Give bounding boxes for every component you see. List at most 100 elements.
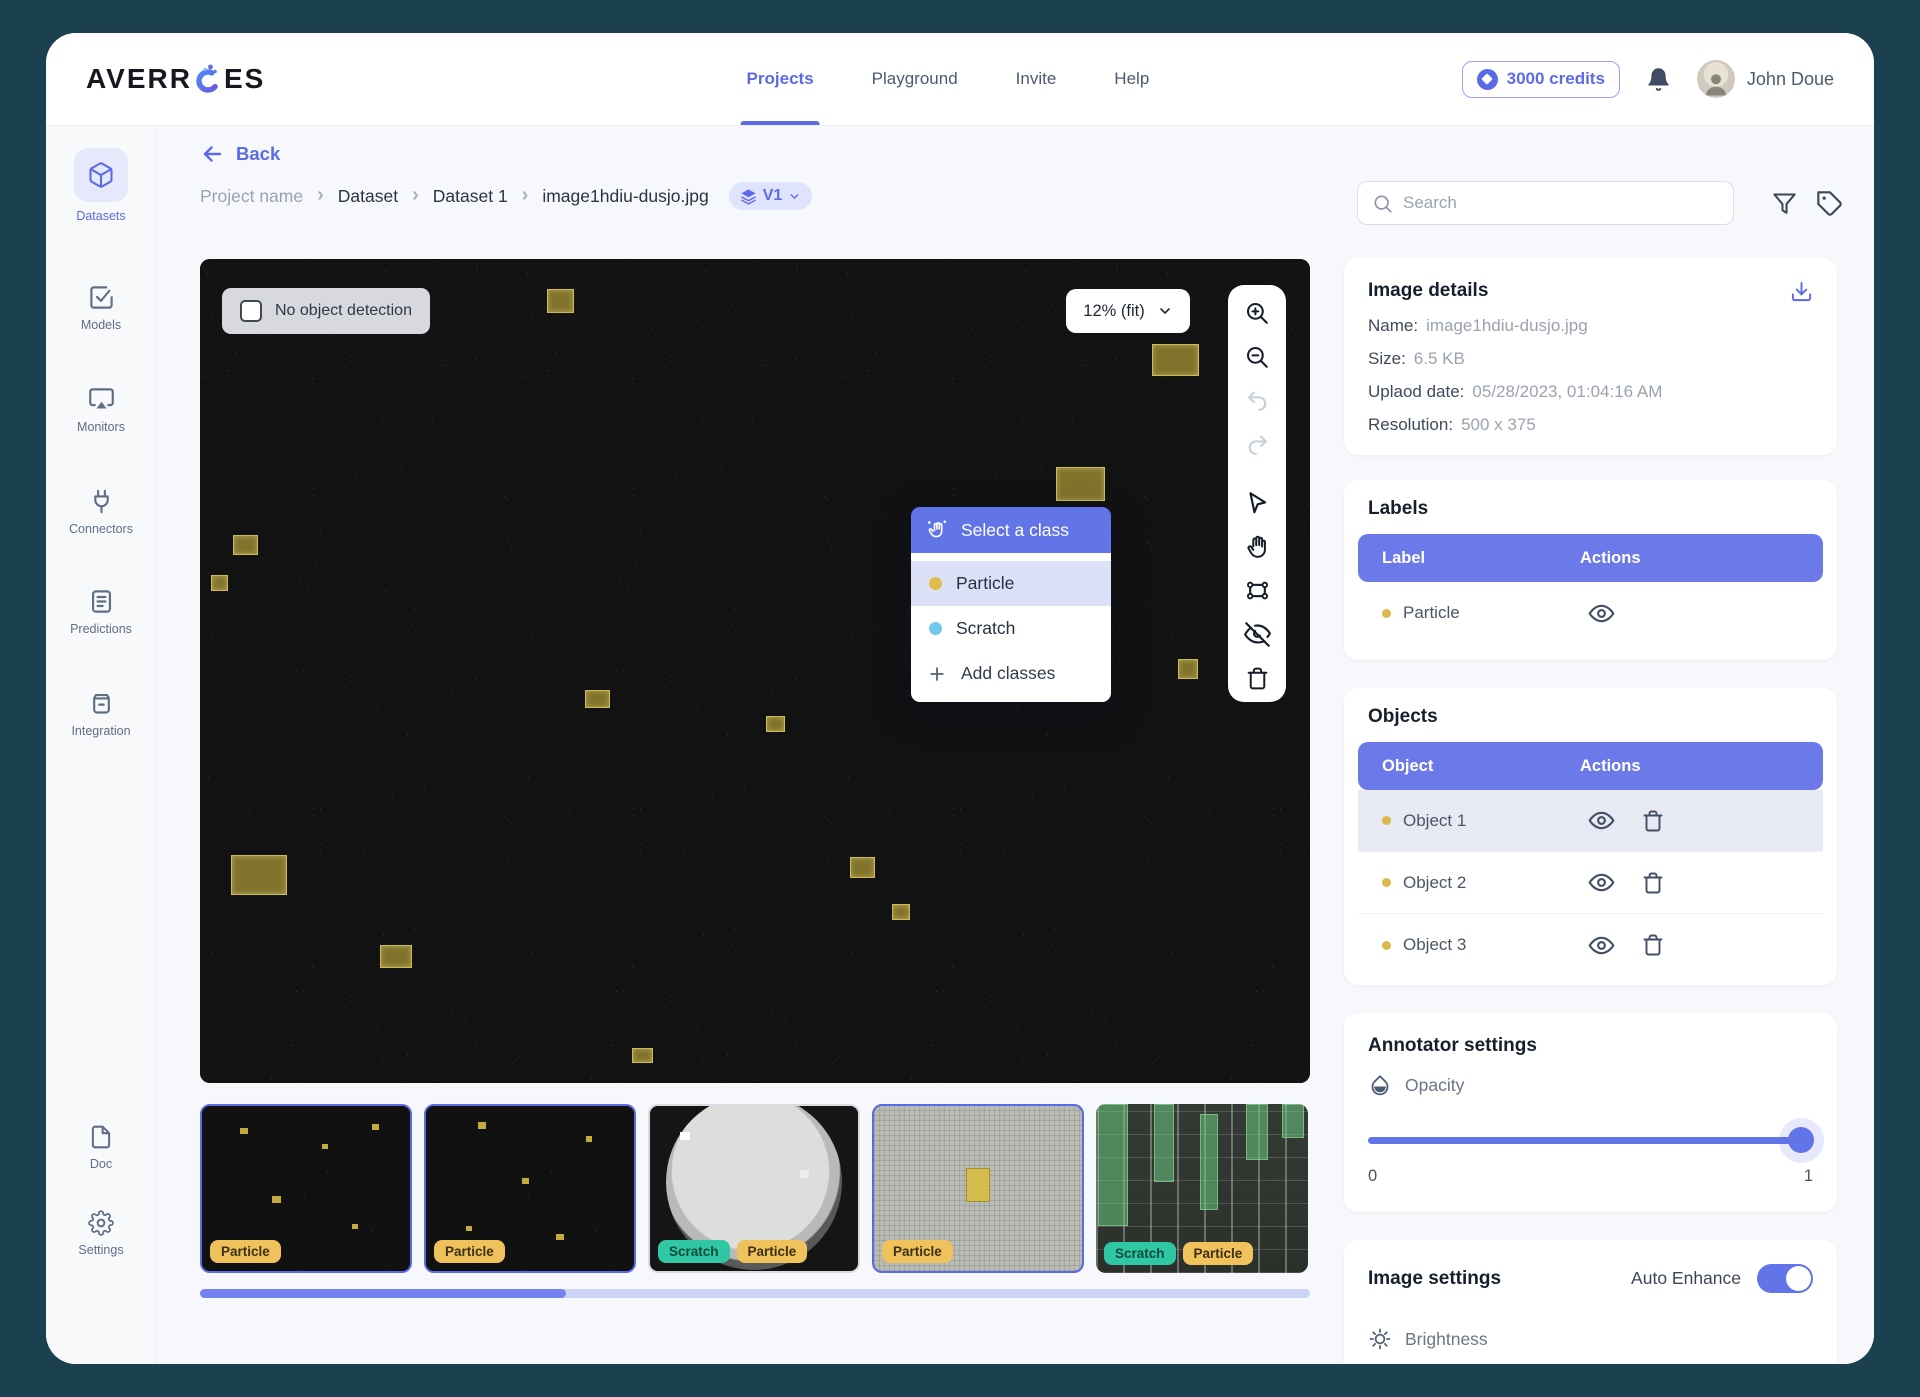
app-window: AVERR ES Projects Playground Invite Help … <box>46 33 1874 1364</box>
tags-icon[interactable] <box>1816 190 1844 218</box>
sun-icon <box>1368 1327 1392 1351</box>
object-row-2[interactable]: Object 2 <box>1358 852 1823 914</box>
breadcrumb-dataset1[interactable]: Dataset 1 <box>433 186 508 207</box>
opacity-slider[interactable] <box>1368 1118 1824 1163</box>
thumbnail-3[interactable]: Scratch Particle <box>648 1104 860 1273</box>
sidebar-item-datasets[interactable]: Datasets <box>46 148 156 223</box>
annotate-hand-icon <box>925 518 949 542</box>
object-row-3[interactable]: Object 3 <box>1358 914 1823 976</box>
thumbnail-strip: Particle Particle Scratch Particle Parti… <box>200 1104 1308 1273</box>
annotation-box[interactable] <box>547 288 575 314</box>
add-classes-button[interactable]: Add classes <box>911 651 1111 696</box>
annotation-box[interactable] <box>585 689 610 709</box>
annotation-box[interactable] <box>1177 659 1198 680</box>
opacity-slider-track[interactable] <box>1368 1137 1813 1144</box>
sidebar-item-monitors[interactable]: Monitors <box>46 386 156 434</box>
zoom-out-tool[interactable] <box>1244 343 1271 370</box>
left-sidebar: Datasets Models Monitors Connectors Pred… <box>46 126 156 1364</box>
back-link[interactable]: Back <box>200 142 280 166</box>
credits-badge[interactable]: 3000 credits <box>1461 60 1620 98</box>
no-object-detection-checkbox[interactable] <box>240 300 262 322</box>
annotation-box[interactable] <box>1152 343 1199 376</box>
thumbnail-5[interactable]: Scratch Particle <box>1096 1104 1308 1273</box>
class-option-particle[interactable]: Particle <box>911 561 1111 606</box>
auto-enhance-toggle[interactable] <box>1757 1264 1813 1293</box>
nav-item-help[interactable]: Help <box>1114 33 1149 125</box>
annotation-box[interactable] <box>766 716 785 732</box>
filter-funnel-icon[interactable] <box>1771 190 1798 217</box>
annotation-box[interactable] <box>379 945 412 969</box>
version-badge[interactable]: V1 <box>728 182 813 210</box>
thumbnail-tag: Particle <box>736 1240 808 1263</box>
sidebar-item-models[interactable]: Models <box>46 284 156 332</box>
image-settings-card: Image settings Auto Enhance Brightness <box>1344 1240 1837 1364</box>
annotation-box[interactable] <box>1055 466 1105 502</box>
nav-item-playground[interactable]: Playground <box>872 33 958 125</box>
annotation-box[interactable] <box>233 535 258 555</box>
thumbnail-tag: Scratch <box>1104 1242 1176 1265</box>
labels-card: Labels Label Actions Particle <box>1344 480 1837 660</box>
download-icon[interactable] <box>1790 280 1813 303</box>
objects-title: Objects <box>1368 706 1438 727</box>
object-visibility-eye-icon[interactable] <box>1588 807 1615 834</box>
annotation-box[interactable] <box>211 575 228 592</box>
no-object-detection-toggle[interactable]: No object detection <box>222 288 430 334</box>
zoom-in-tool[interactable] <box>1244 299 1271 326</box>
object-delete-trash-icon[interactable] <box>1641 809 1665 833</box>
opacity-max-label: 1 <box>1803 1167 1813 1185</box>
annotation-box[interactable] <box>631 1048 653 1064</box>
nav-item-projects[interactable]: Projects <box>740 33 820 125</box>
sidebar-item-doc[interactable]: Doc <box>46 1124 156 1171</box>
notifications-bell-icon[interactable] <box>1646 67 1671 92</box>
breadcrumb: Project name › Dataset › Dataset 1 › ima… <box>200 182 813 210</box>
thumbnail-scrollbar-thumb[interactable] <box>200 1289 567 1298</box>
object-delete-trash-icon[interactable] <box>1641 933 1665 957</box>
logo-text-right: ES <box>223 63 266 94</box>
object-visibility-eye-icon[interactable] <box>1588 932 1615 959</box>
thumbnail-tag: Particle <box>1182 1242 1254 1265</box>
annotation-box[interactable] <box>850 857 875 878</box>
nav-item-invite[interactable]: Invite <box>1016 33 1057 125</box>
thumbnail-4[interactable]: Particle <box>872 1104 1084 1273</box>
thumbnail-2[interactable]: Particle <box>424 1104 636 1273</box>
sidebar-item-connectors[interactable]: Connectors <box>46 488 156 536</box>
thumbnail-tag: Particle <box>882 1240 953 1263</box>
thumbnail-scrollbar[interactable] <box>200 1289 1310 1298</box>
object-color-dot <box>1382 940 1391 950</box>
bounding-box-tool[interactable] <box>1244 577 1271 604</box>
auto-enhance-label: Auto Enhance <box>1631 1268 1741 1288</box>
pan-hand-tool[interactable] <box>1244 533 1271 560</box>
delete-tool[interactable] <box>1244 665 1271 692</box>
credits-label: 3000 credits <box>1506 69 1605 88</box>
annotation-canvas[interactable]: No object detection 12% (fit) Select a c… <box>200 259 1310 1083</box>
undo-tool[interactable] <box>1244 387 1271 414</box>
thumbnail-1[interactable]: Particle <box>200 1104 412 1273</box>
label-row-particle[interactable]: Particle <box>1358 582 1823 644</box>
thumbnail-tag: Scratch <box>658 1240 730 1263</box>
opacity-control-label: Opacity <box>1368 1073 1813 1097</box>
sidebar-item-integration[interactable]: Integration <box>46 690 156 738</box>
annotator-settings-card: Annotator settings Opacity 0 1 <box>1344 1013 1837 1212</box>
redo-tool[interactable] <box>1244 431 1271 458</box>
object-visibility-eye-icon[interactable] <box>1588 869 1615 896</box>
object-row-1[interactable]: Object 1 <box>1358 790 1823 852</box>
search-input[interactable] <box>1403 193 1719 213</box>
zoom-level-dropdown[interactable]: 12% (fit) <box>1066 289 1190 333</box>
user-menu[interactable]: John Doue <box>1696 60 1834 98</box>
opacity-slider-thumb[interactable] <box>1788 1127 1814 1153</box>
breadcrumb-project[interactable]: Project name <box>200 186 303 207</box>
hide-annotations-tool[interactable] <box>1244 621 1271 648</box>
class-option-scratch[interactable]: Scratch <box>911 606 1111 651</box>
select-cursor-tool[interactable] <box>1244 489 1271 516</box>
label-visibility-eye-icon[interactable] <box>1588 600 1615 627</box>
sidebar-item-predictions[interactable]: Predictions <box>46 588 156 636</box>
annotation-box[interactable] <box>891 904 911 920</box>
breadcrumb-dataset[interactable]: Dataset <box>338 186 398 207</box>
annotation-box[interactable] <box>231 854 287 896</box>
sidebar-item-settings[interactable]: Settings <box>46 1210 156 1257</box>
select-class-popup: Select a class Particle Scratch Add clas… <box>911 507 1111 702</box>
user-name: John Doue <box>1746 68 1834 89</box>
breadcrumb-filename: image1hdiu-dusjo.jpg <box>542 185 709 206</box>
annotator-settings-title: Annotator settings <box>1368 1035 1537 1056</box>
object-delete-trash-icon[interactable] <box>1641 871 1665 895</box>
